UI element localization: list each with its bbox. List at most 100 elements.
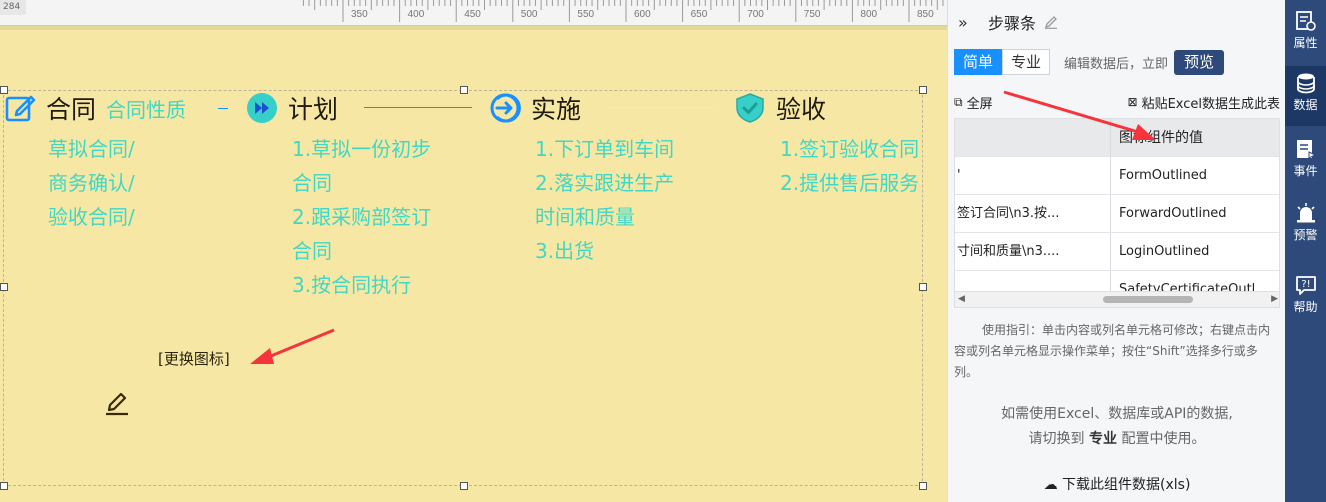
resize-handle[interactable] <box>460 86 468 94</box>
step-description: 1.下订单到车间 2.落实跟进生产 时间和质量 3.出货 <box>535 132 674 268</box>
step-plan[interactable]: 计划 1.草拟一份初步 合同 2.跟采购部签订 合同 3.按合同执行 <box>246 88 431 302</box>
desc-line: 1.草拟一份初步 <box>292 137 432 161</box>
table-row: 寸间和质量\n3.... LoginOutlined <box>955 233 1279 271</box>
canvas-top-strip <box>0 26 947 30</box>
desc-line: 2.落实跟进生产 <box>535 171 675 195</box>
step-title: 实施 <box>531 96 582 124</box>
step-description: 草拟合同/ 商务确认/ 验收合同/ <box>48 132 186 234</box>
database-hint: 如需使用Excel、数据库或API的数据, 请切换到 专业 配置中使用。 <box>948 402 1286 452</box>
resize-handle[interactable] <box>919 482 927 490</box>
database-icon <box>1296 73 1315 94</box>
hint-line: 请切换到 专业 配置中使用。 <box>948 427 1286 452</box>
table-cell[interactable]: ForwardOutlined <box>1111 195 1279 232</box>
table-toolbar: ⧉ 全屏 ⊠ 粘贴Excel数据生成此表 <box>954 90 1280 114</box>
sidebar-item-alarm[interactable]: 预警 <box>1285 196 1326 256</box>
horizontal-scrollbar[interactable]: ◀ ▶ <box>955 291 1279 307</box>
table-cell[interactable]: ' <box>955 157 1111 194</box>
scrollbar-thumb[interactable] <box>1103 296 1193 303</box>
desc-line: 3.出货 <box>535 239 595 263</box>
sidebar-label: 帮助 <box>1293 300 1318 314</box>
sidebar-item-data[interactable]: 数据 <box>1285 66 1326 126</box>
desc-line: 验收合同/ <box>48 205 135 229</box>
svg-text:?!: ?! <box>1301 279 1310 290</box>
collapse-icon[interactable]: » <box>958 13 976 32</box>
ruler-number: 450 <box>464 9 481 20</box>
table-row: ' FormOutlined <box>955 157 1279 195</box>
cloud-download-icon: ☁ <box>1043 477 1058 493</box>
column-header[interactable] <box>955 119 1111 156</box>
fullscreen-button[interactable]: ⧉ 全屏 <box>954 93 993 112</box>
mode-pro-button[interactable]: 专业 <box>1002 49 1051 75</box>
desc-line: 合同 <box>292 171 332 195</box>
table-cell[interactable]: 寸间和质量\n3.... <box>955 233 1111 270</box>
help-icon: ?! <box>1295 276 1316 295</box>
resize-handle[interactable] <box>919 283 927 291</box>
resize-handle[interactable] <box>919 86 927 94</box>
step-connector <box>364 107 472 108</box>
property-panel: » 步骤条 简单 专业 编辑数据后，立即 预览 ⧉ 全屏 ⊠ 粘贴Excel数据… <box>947 0 1285 502</box>
resize-handle[interactable] <box>460 482 468 490</box>
sidebar-label: 属性 <box>1293 36 1318 50</box>
sidebar-item-events[interactable]: 事件 <box>1285 132 1326 192</box>
ruler-number: 500 <box>520 9 538 20</box>
preview-button[interactable]: 预览 <box>1174 49 1225 75</box>
mode-switch: 简单 专业 编辑数据后，立即 预览 <box>954 49 1225 75</box>
rename-icon[interactable] <box>1044 15 1058 29</box>
ruler-position-readout: 284 <box>0 0 26 15</box>
desc-line: 合同 <box>292 239 332 263</box>
mode-simple-button[interactable]: 简单 <box>954 49 1003 75</box>
edit-icon[interactable] <box>103 388 131 416</box>
desc-line: 3.按合同执行 <box>292 273 412 297</box>
desc-line: 商务确认/ <box>48 171 135 195</box>
step-description: 1.签订验收合同 2.提供售后服务 <box>780 132 919 200</box>
resize-handle[interactable] <box>0 283 8 291</box>
step-title: 验收 <box>776 96 827 124</box>
horizontal-ruler: 3504004505005506006507007508008509009501… <box>0 0 947 26</box>
fullscreen-icon: ⧉ <box>954 94 963 109</box>
change-icon-link[interactable]: [更换图标] <box>158 348 230 369</box>
desc-line: 时间和质量 <box>535 205 635 229</box>
table-cell[interactable]: 签订合同\n3.按... <box>955 195 1111 232</box>
table-cell[interactable]: FormOutlined <box>1111 157 1279 194</box>
step-implement[interactable]: 实施 1.下订单到车间 2.落实跟进生产 时间和质量 3.出货 <box>489 88 674 268</box>
step-description: 1.草拟一份初步 合同 2.跟采购部签订 合同 3.按合同执行 <box>292 132 431 302</box>
table-cell[interactable]: LoginOutlined <box>1111 233 1279 270</box>
step-title: 合同 <box>46 96 97 124</box>
table-row: 签订合同\n3.按... ForwardOutlined <box>955 195 1279 233</box>
desc-line: 1.下订单到车间 <box>535 137 675 161</box>
sidebar-item-properties[interactable]: 属性 <box>1285 4 1326 64</box>
download-label: 下载此组件数据(xls) <box>1062 477 1191 493</box>
sidebar-label: 事件 <box>1293 164 1318 178</box>
mode-hint: 编辑数据后，立即 <box>1064 56 1169 72</box>
scroll-left-icon[interactable]: ◀ <box>958 294 965 304</box>
sidebar-item-help[interactable]: ?! 帮助 <box>1285 268 1326 328</box>
download-data-link[interactable]: ☁ 下载此组件数据(xls) <box>948 474 1286 494</box>
hint-line: 如需使用Excel、数据库或API的数据, <box>1001 406 1233 422</box>
table-header-row: 图标组件的值 <box>955 119 1279 157</box>
step-acceptance[interactable]: 验收 1.签订验收合同 2.提供售后服务 <box>734 88 919 200</box>
desc-line: 2.提供售后服务 <box>780 171 920 195</box>
ruler-number: 650 <box>690 9 708 20</box>
paste-excel-button[interactable]: ⊠ 粘贴Excel数据生成此表 <box>1128 93 1281 112</box>
ruler-number: 400 <box>407 9 425 20</box>
step-subtitle: 合同性质 <box>106 97 187 122</box>
data-table[interactable]: 图标组件的值 ' FormOutlined 签订合同\n3.按... Forwa… <box>954 118 1280 308</box>
resize-handle[interactable] <box>0 482 8 490</box>
usage-guide: 使用指引：单击内容或列名单元格可修改；右键点击内容或列名单元格显示操作菜单；按住… <box>954 323 1271 379</box>
sidebar-label: 预警 <box>1293 228 1318 242</box>
ruler-number: 750 <box>803 9 821 20</box>
scroll-right-icon[interactable]: ▶ <box>1271 294 1278 304</box>
ruler-number: 600 <box>634 9 651 20</box>
column-header[interactable]: 图标组件的值 <box>1111 119 1279 156</box>
right-sidebar: 属性 数据 事件 预警 ?! 帮助 <box>1285 0 1326 502</box>
event-icon <box>1296 140 1316 159</box>
fullscreen-label: 全屏 <box>966 96 993 112</box>
ruler-number: 800 <box>860 9 878 20</box>
design-canvas[interactable]: 3504004505005506006507007508008509009501… <box>0 0 947 502</box>
panel-header: » 步骤条 <box>948 0 1286 44</box>
step-contract[interactable]: 合同 合同性质 草拟合同/ 商务确认/ 验收合同/ <box>4 88 186 234</box>
alarm-icon <box>1296 203 1315 223</box>
forward-outlined-icon <box>246 92 278 124</box>
step-connector <box>608 107 716 108</box>
properties-icon <box>1295 11 1316 31</box>
